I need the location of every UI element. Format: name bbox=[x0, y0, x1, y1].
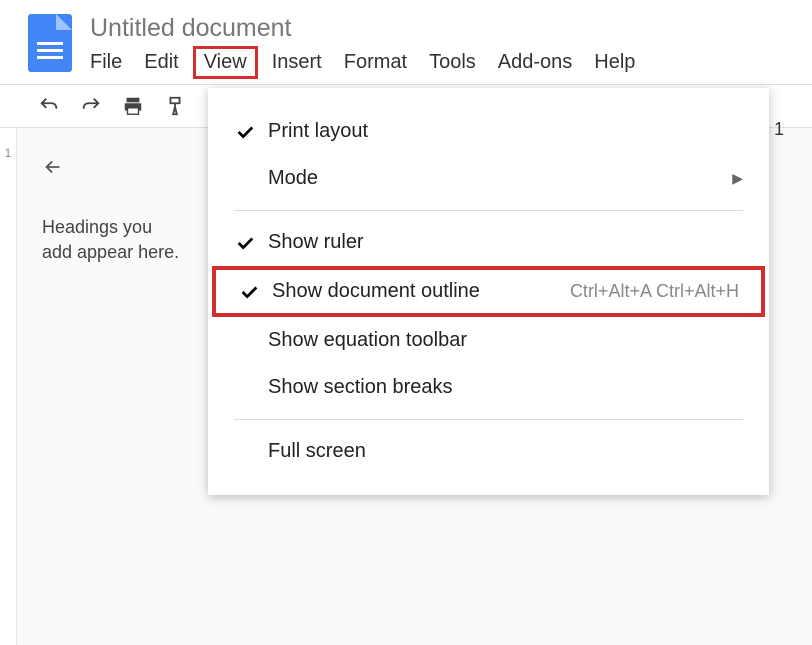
menuitem-label: Show section breaks bbox=[268, 376, 743, 399]
docs-logo-icon[interactable] bbox=[28, 14, 72, 72]
menuitem-label: Print layout bbox=[268, 120, 743, 143]
menuitem-show-ruler[interactable]: Show ruler bbox=[208, 219, 769, 266]
divider bbox=[234, 210, 743, 211]
undo-icon[interactable] bbox=[38, 95, 60, 117]
shortcut-label: Ctrl+Alt+A Ctrl+Alt+H bbox=[570, 281, 739, 302]
document-title[interactable]: Untitled document bbox=[90, 10, 802, 51]
menu-tools[interactable]: Tools bbox=[429, 51, 476, 74]
outline-placeholder: Headings you add appear here. bbox=[42, 215, 184, 265]
redo-icon[interactable] bbox=[80, 95, 102, 117]
menuitem-label: Show equation toolbar bbox=[268, 329, 743, 352]
menuitem-mode[interactable]: Mode ▶ bbox=[208, 155, 769, 202]
toolbar-value: 1 bbox=[774, 119, 784, 140]
menu-help[interactable]: Help bbox=[594, 51, 635, 74]
menuitem-label: Mode bbox=[268, 167, 732, 190]
menu-file[interactable]: File bbox=[90, 51, 122, 74]
submenu-arrow-icon: ▶ bbox=[732, 170, 743, 187]
menubar: File Edit View Insert Format Tools Add-o… bbox=[90, 51, 802, 74]
highlighted-menuitem: Show document outline Ctrl+Alt+A Ctrl+Al… bbox=[212, 266, 765, 317]
menu-view[interactable]: View bbox=[193, 46, 258, 79]
vertical-ruler: 1 bbox=[0, 128, 17, 645]
check-icon bbox=[238, 281, 272, 303]
view-dropdown: Print layout Mode ▶ Show ruler Show docu… bbox=[208, 88, 769, 495]
outline-close-icon[interactable] bbox=[42, 153, 64, 185]
outline-panel: Headings you add appear here. bbox=[17, 128, 209, 645]
print-icon[interactable] bbox=[122, 95, 144, 117]
divider bbox=[234, 419, 743, 420]
check-icon bbox=[234, 121, 268, 143]
menuitem-show-document-outline[interactable]: Show document outline Ctrl+Alt+A Ctrl+Al… bbox=[216, 270, 761, 313]
menuitem-show-section-breaks[interactable]: Show section breaks bbox=[208, 364, 769, 411]
menuitem-print-layout[interactable]: Print layout bbox=[208, 108, 769, 155]
check-icon bbox=[234, 232, 268, 254]
menuitem-show-equation-toolbar[interactable]: Show equation toolbar bbox=[208, 317, 769, 364]
menu-addons[interactable]: Add-ons bbox=[498, 51, 573, 74]
menuitem-label: Show document outline bbox=[272, 280, 570, 303]
menuitem-label: Show ruler bbox=[268, 231, 743, 254]
menu-insert[interactable]: Insert bbox=[272, 51, 322, 74]
format-paint-icon[interactable] bbox=[164, 95, 186, 117]
menu-edit[interactable]: Edit bbox=[144, 51, 178, 74]
menuitem-label: Full screen bbox=[268, 440, 743, 463]
menuitem-full-screen[interactable]: Full screen bbox=[208, 428, 769, 475]
menu-format[interactable]: Format bbox=[344, 51, 407, 74]
